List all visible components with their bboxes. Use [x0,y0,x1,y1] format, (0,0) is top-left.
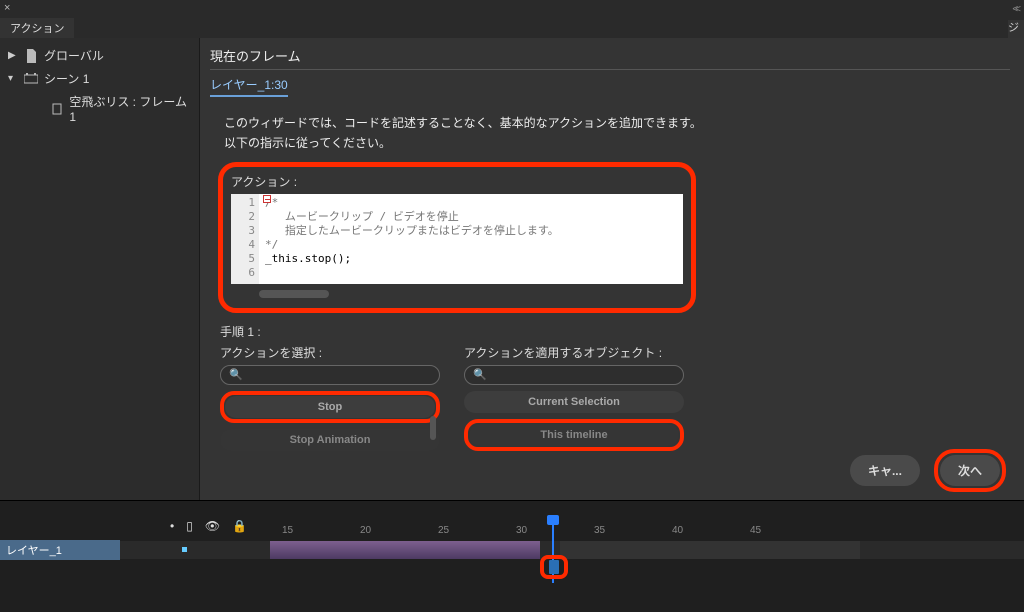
select-action-title: アクションを選択 : [220,344,440,361]
playhead-handle[interactable] [547,515,559,525]
keyframe-marker[interactable] [549,560,559,574]
visibility-icon[interactable]: 👁 [205,519,220,533]
wizard-line-2: 以下の指示に従ってください。 [224,133,1010,153]
cancel-button[interactable]: キャ... [850,455,920,486]
marker-icon[interactable]: ▯ [186,519,193,533]
action-code-box: アクション : 123456 /* ムービークリップ / ビデオを停止 指定した… [218,162,696,313]
code-scrollbar[interactable] [259,290,329,298]
document-icon [24,49,38,63]
ruler-tick: 15 [282,525,293,536]
wizard-line-1: このウィザードでは、コードを記述することなく、基本的なアクションを追加できます。 [224,113,1010,133]
search-icon: 🔍 [473,368,487,381]
timeline-layer-name[interactable]: レイヤー_1 [0,540,120,560]
option-stop-animation[interactable]: Stop Animation [220,429,440,451]
keyframe-highlight [540,555,568,579]
tree-label-frame: 空飛ぶリス : フレーム 1 [69,93,191,124]
code-fold-icon[interactable] [263,195,271,203]
search-object-input[interactable]: 🔍 [464,365,684,385]
panel-tab-actions[interactable]: アクション [0,17,74,39]
action-label: アクション : [231,173,683,190]
timeline-layer-controls[interactable] [120,541,260,559]
timeline-panel: • ▯ 👁 🔒 15 20 25 30 35 40 45 レイヤー_1 [0,500,1024,612]
search-action-input[interactable]: 🔍 [220,365,440,385]
frame-icon [50,103,63,115]
lock-icon[interactable]: 🔒 [232,519,247,533]
chevron-right-icon: ▶ [8,50,18,61]
layer-label[interactable]: レイヤー_1:30 [210,76,288,97]
timeline-track[interactable] [260,541,1024,559]
divider [210,69,1010,70]
actions-tree: ▶ グローバル ▾ シーン 1 空飛ぶリス : フレーム 1 [0,38,200,500]
ruler-tick: 35 [594,525,605,536]
tree-item-frame[interactable]: 空飛ぶリス : フレーム 1 [4,90,195,127]
tree-label-scene: シーン 1 [44,70,89,87]
timeline-layer-row[interactable]: レイヤー_1 [0,541,1024,559]
option-stop-highlight: Stop [220,391,440,423]
select-object-title: アクションを適用するオブジェクト : [464,344,684,361]
code-body: /* ムービークリップ / ビデオを停止 指定したムービークリップまたはビデオを… [259,194,683,284]
timeline-ruler[interactable]: 15 20 25 30 35 40 45 [260,525,1024,541]
ruler-tick: 40 [672,525,683,536]
tree-label-global: グローバル [44,47,104,64]
tree-item-scene[interactable]: ▾ シーン 1 [4,67,195,90]
chevron-down-icon: ▾ [8,73,18,84]
ruler-tick: 25 [438,525,449,536]
ruler-tick: 20 [360,525,371,536]
wizard-description: このウィザードでは、コードを記述することなく、基本的なアクションを追加できます。… [224,113,1010,154]
action-list-scrollbar[interactable] [430,416,436,440]
content-title: 現在のフレーム [210,44,1010,69]
close-icon[interactable]: × [4,2,10,14]
ruler-tick: 45 [750,525,761,536]
code-editor[interactable]: 123456 /* ムービークリップ / ビデオを停止 指定したムービークリップ… [231,194,683,284]
tree-item-global[interactable]: ▶ グローバル [4,44,195,67]
timeline-dot-icon[interactable]: • [170,519,174,533]
scene-icon [24,73,38,85]
option-this-timeline-highlight: This timeline [464,419,684,451]
option-this-timeline[interactable]: This timeline [469,424,679,446]
search-icon: 🔍 [229,368,243,381]
next-button-highlight: 次へ [934,449,1006,492]
step-label: 手順 1 : [220,323,1010,340]
option-current-selection[interactable]: Current Selection [464,391,684,413]
panel-menu-icon[interactable]: << [1012,4,1018,15]
code-gutter: 123456 [231,194,259,284]
option-stop[interactable]: Stop [225,396,435,418]
next-button[interactable]: 次へ [940,455,1000,486]
ruler-tick: 30 [516,525,527,536]
